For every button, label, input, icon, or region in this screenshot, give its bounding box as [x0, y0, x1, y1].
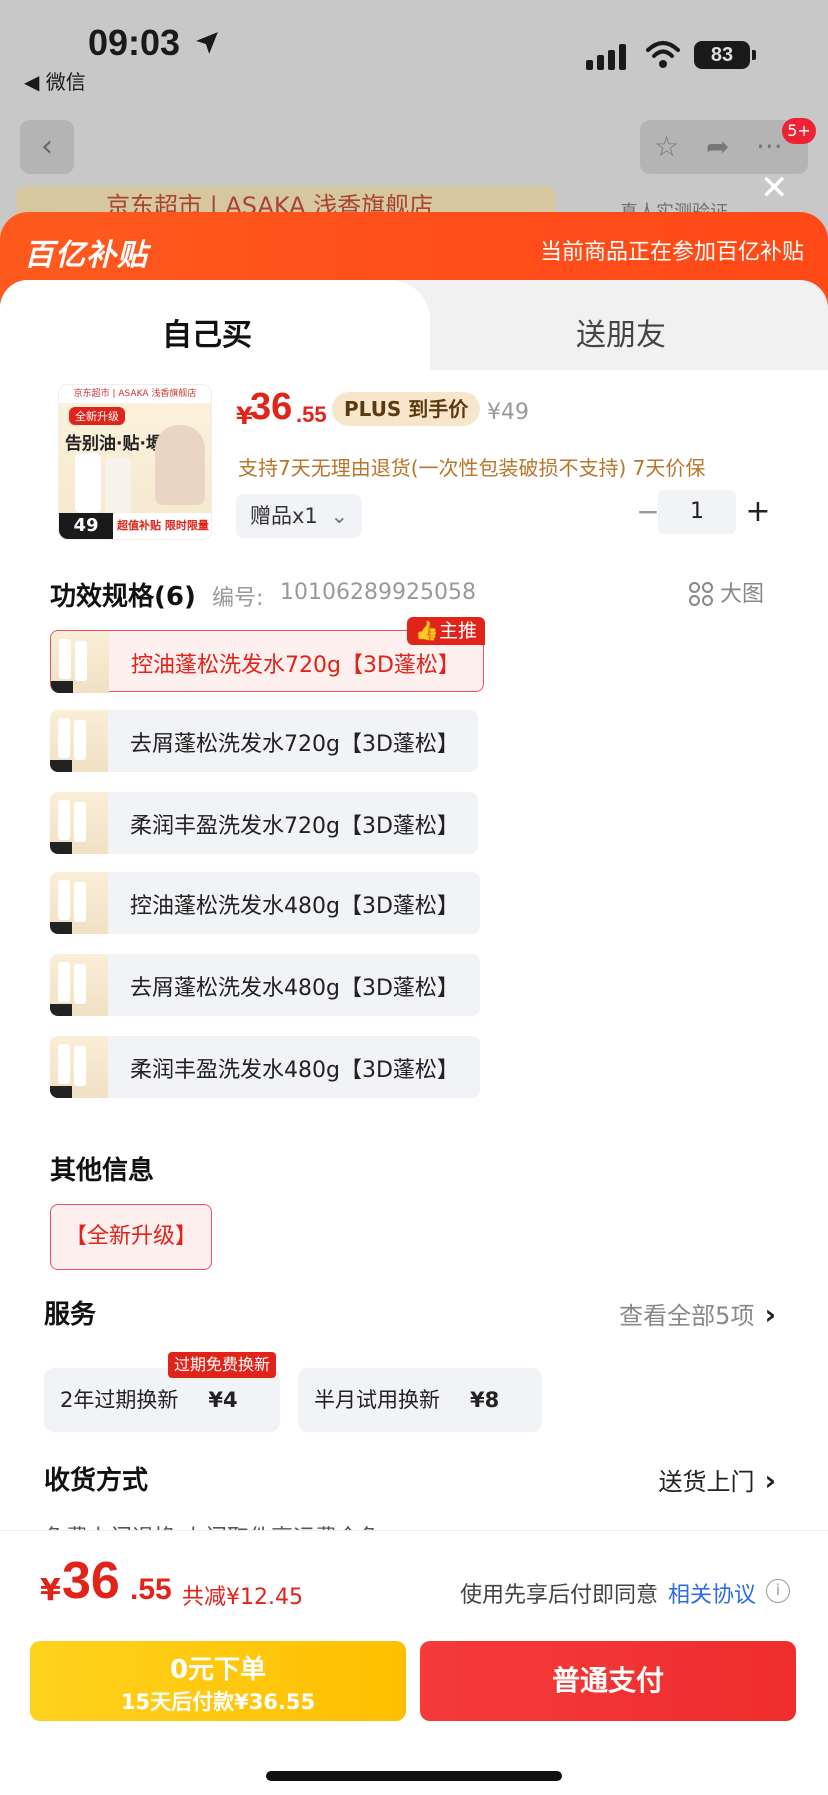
other-info-option[interactable]: 【全新升级】: [50, 1204, 212, 1270]
battery-icon: 83: [694, 41, 756, 69]
delivery-title: 收货方式: [44, 1466, 149, 1496]
service-option-price: ¥4: [208, 1388, 238, 1412]
tab-buy-self-label: 自己买: [162, 318, 252, 353]
delivery-method-label: 送货上门: [658, 1468, 755, 1496]
gift-dropdown[interactable]: 赠品x1 ⌄: [236, 494, 363, 538]
spec-option-label: 柔润丰盈洗发水720g【3D蓬松】: [130, 814, 459, 839]
quantity-increase-button[interactable]: +: [738, 490, 778, 534]
total-discount: 共减¥12.45: [182, 1585, 303, 1610]
close-icon[interactable]: ✕: [760, 168, 789, 208]
spec-option[interactable]: 柔润丰盈洗发水720g【3D蓬松】: [50, 792, 478, 854]
service-title: 服务: [44, 1300, 97, 1330]
model-graphic: [155, 425, 205, 505]
agreement-link[interactable]: 相关协议: [668, 1577, 756, 1609]
location-arrow-icon: [196, 32, 218, 54]
product-image-price: 49: [59, 513, 113, 539]
spec-option-label: 控油蓬松洗发水480g【3D蓬松】: [130, 894, 459, 919]
cellular-signal-icon: [586, 44, 626, 70]
recommended-badge: 👍主推: [407, 617, 485, 645]
more-icon[interactable]: ···: [756, 130, 783, 163]
home-indicator[interactable]: [266, 1771, 562, 1781]
return-policy: 支持7天无理由退货(一次性包装破损不支持) 7天价保: [238, 456, 706, 480]
product-image-tag: 全新升级: [69, 407, 125, 425]
subsidy-banner-text: 当前商品正在参加百亿补贴: [539, 240, 804, 265]
subsidy-logo: 百亿补贴: [24, 238, 148, 273]
gift-dropdown-label: 赠品x1: [250, 504, 318, 528]
tab-send-friend[interactable]: 送朋友: [576, 310, 666, 354]
service-option-name: 半月试用换新: [314, 1388, 440, 1412]
product-image-subsidy: 超值补贴 限时限量: [113, 513, 211, 539]
spec-thumbnail: [50, 710, 108, 772]
message-badge: 5+: [782, 118, 816, 144]
original-price: ¥49: [487, 400, 529, 425]
spec-option-label: 控油蓬松洗发水720g【3D蓬松】: [131, 653, 460, 678]
product-image[interactable]: 京东超市 | ASAKA 浅香旗舰店 全新升级 告别油·贴·塌 49 超值补贴 …: [58, 384, 212, 540]
chevron-down-icon: ⌄: [330, 504, 349, 528]
checkout-bar: ¥ 36 .55 共减¥12.45 使用先享后付即同意 相关协议 i 0元下单 …: [0, 1530, 828, 1795]
chevron-right-icon: ›: [764, 1464, 776, 1497]
spec-thumbnail: [50, 792, 108, 854]
spec-thumbnail: [51, 631, 109, 693]
plus-price-badge: PLUS 到手价: [332, 392, 481, 426]
wifi-icon: [646, 41, 680, 68]
spec-option-selected[interactable]: 控油蓬松洗发水720g【3D蓬松】 👍主推: [50, 617, 485, 693]
price-decimal: .55: [296, 402, 327, 427]
product-code-label: 编号:: [212, 586, 264, 611]
service-option-name: 2年过期换新: [60, 1388, 179, 1412]
purchase-tabs: 自己买 送朋友: [0, 280, 828, 380]
star-icon[interactable]: ☆: [654, 130, 679, 163]
tab-buy-self[interactable]: 自己买: [0, 280, 430, 380]
back-button[interactable]: ‹: [20, 120, 74, 174]
service-view-all-link[interactable]: 查看全部5项 ›: [619, 1296, 776, 1331]
big-image-label: 大图: [720, 582, 765, 607]
spec-option[interactable]: 柔润丰盈洗发水480g【3D蓬松】: [50, 1036, 480, 1098]
status-time: 09:03: [88, 22, 181, 63]
service-option[interactable]: 半月试用换新 ¥8: [298, 1368, 542, 1432]
info-icon[interactable]: i: [766, 1579, 790, 1603]
normal-pay-button[interactable]: 普通支付: [420, 1641, 796, 1721]
product-image-title: 告别油·贴·塌: [65, 434, 163, 454]
service-option-price: ¥8: [470, 1388, 500, 1412]
total-decimal: .55: [130, 1573, 172, 1606]
other-info-title: 其他信息: [50, 1156, 155, 1186]
share-icon[interactable]: ➦: [706, 130, 729, 163]
spec-option-label: 去屑蓬松洗发水480g【3D蓬松】: [130, 976, 459, 1001]
spec-section-title: 功效规格(6): [50, 582, 196, 612]
big-image-toggle[interactable]: 大图: [688, 576, 764, 608]
back-to-wechat-link[interactable]: ◀ 微信: [24, 66, 86, 95]
sheet-content: 京东超市 | ASAKA 浅香旗舰店 全新升级 告别油·贴·塌 49 超值补贴 …: [0, 370, 828, 1540]
service-view-all-label: 查看全部5项: [619, 1302, 755, 1330]
agreement-text: 使用先享后付即同意: [460, 1583, 659, 1608]
spec-option[interactable]: 去屑蓬松洗发水480g【3D蓬松】: [50, 954, 480, 1016]
spec-option[interactable]: 去屑蓬松洗发水720g【3D蓬松】: [50, 710, 478, 772]
spec-thumbnail: [50, 954, 108, 1016]
pay-later-sublabel: 15天后付款¥36.55: [120, 1690, 316, 1714]
service-badge: 过期免费换新: [168, 1352, 277, 1378]
chevron-left-icon: ‹: [41, 129, 53, 164]
delivery-method[interactable]: 送货上门 ›: [658, 1462, 776, 1497]
total-currency: ¥: [40, 1573, 61, 1608]
chevron-right-icon: ›: [764, 1298, 776, 1331]
price-integer: 36: [250, 386, 293, 428]
spec-option-label: 柔润丰盈洗发水480g【3D蓬松】: [130, 1058, 459, 1083]
spec-thumbnail: [50, 1036, 108, 1098]
status-bar: 09:03 ◀ 微信 83: [0, 0, 828, 100]
recommended-badge-label: 主推: [438, 620, 477, 642]
spec-option-label: 去屑蓬松洗发水720g【3D蓬松】: [130, 732, 459, 757]
product-image-shop: 京东超市 | ASAKA 浅香旗舰店: [59, 385, 211, 403]
spec-option[interactable]: 控油蓬松洗发水480g【3D蓬松】: [50, 872, 480, 934]
product-code: 10106289925058: [280, 580, 476, 605]
grid-view-icon: [689, 582, 713, 606]
quantity-input[interactable]: 1: [658, 490, 736, 534]
thumbs-up-icon: 👍: [415, 620, 439, 642]
spec-thumbnail: [50, 872, 108, 934]
pay-later-button[interactable]: 0元下单 15天后付款¥36.55: [30, 1641, 406, 1721]
pay-later-label: 0元下单: [169, 1655, 267, 1685]
product-bottle-graphic: [75, 453, 101, 513]
total-integer: 36: [62, 1552, 120, 1610]
